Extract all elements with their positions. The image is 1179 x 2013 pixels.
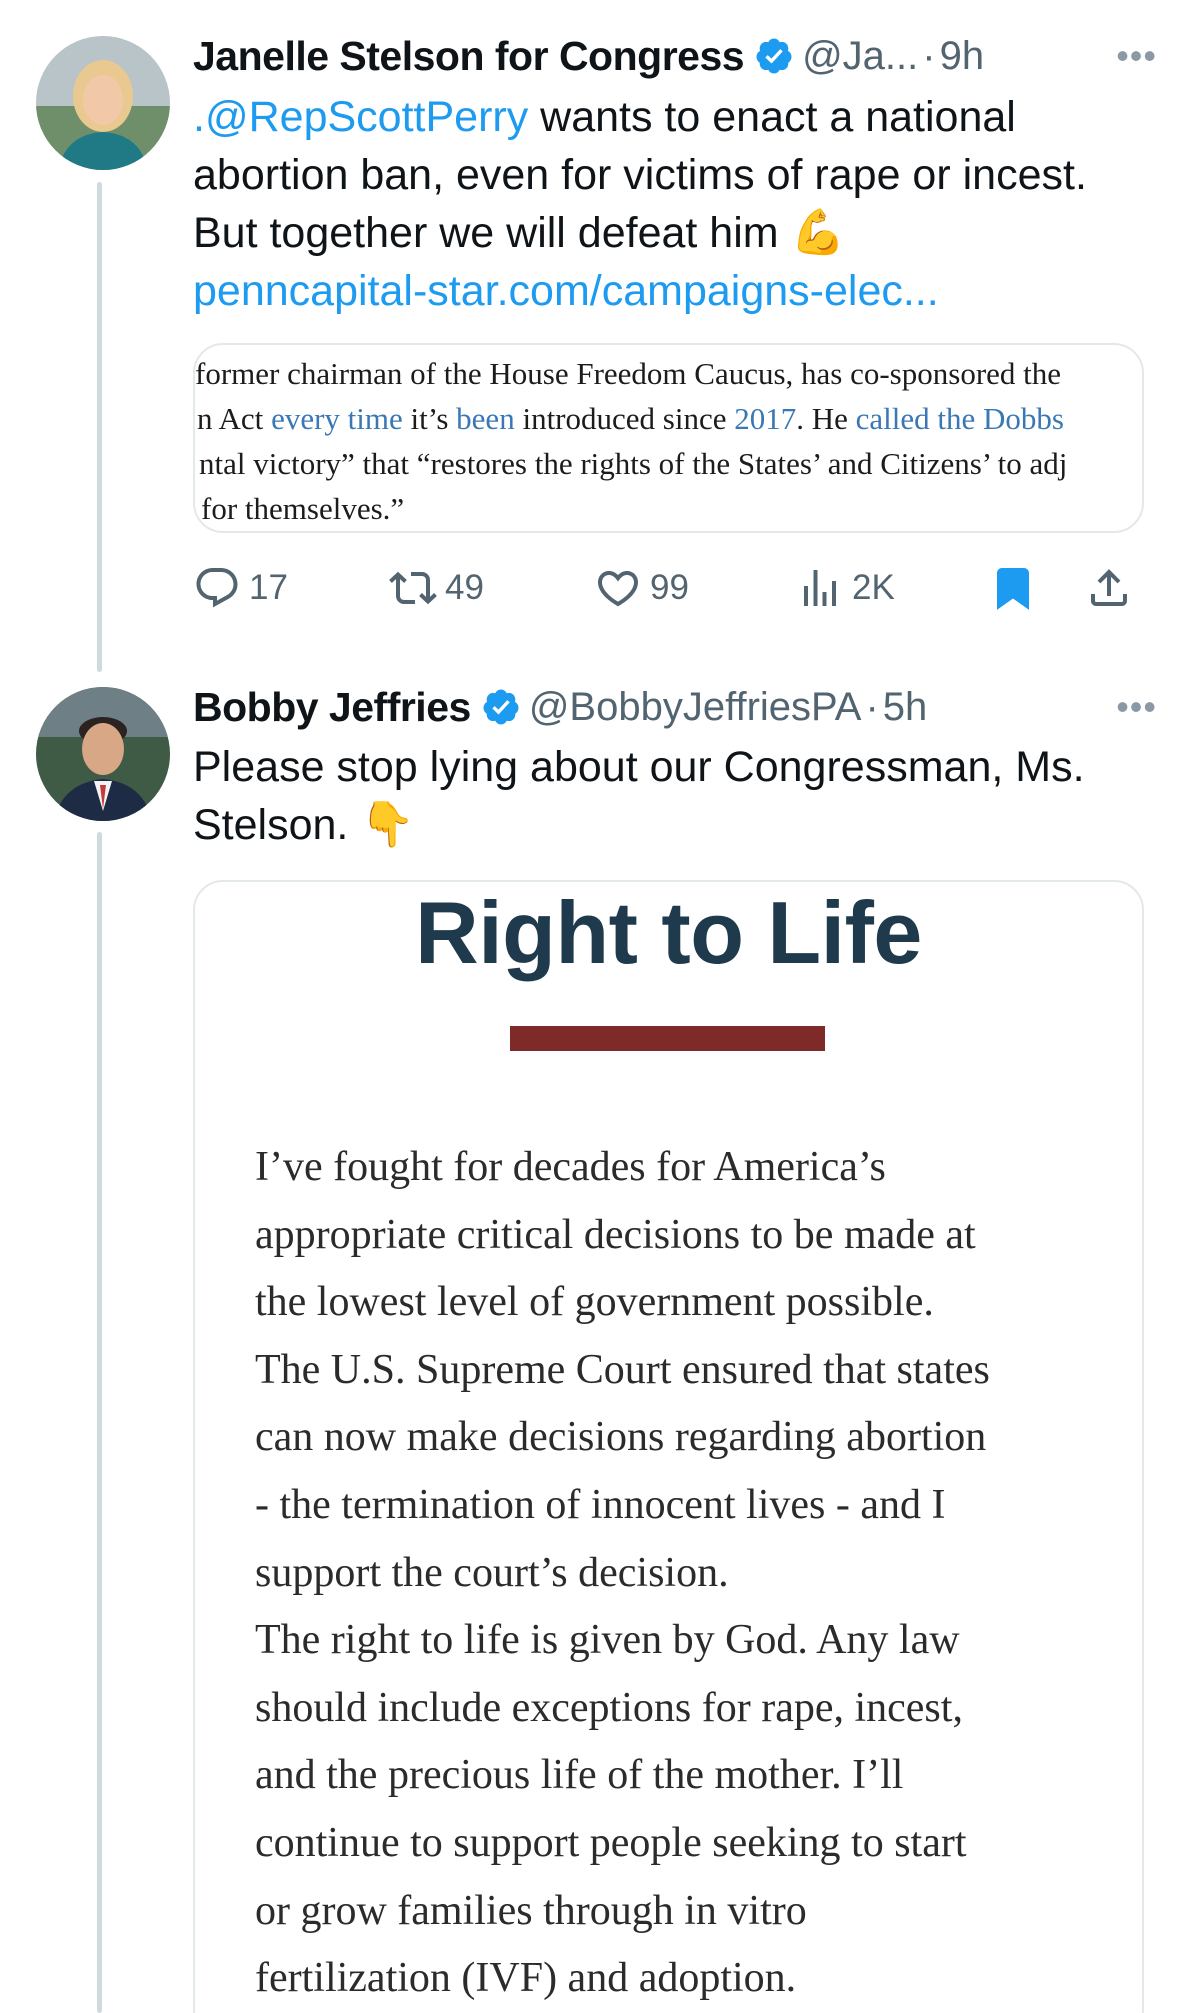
statement-line: I’ve fought for decades for America’s [255, 1144, 886, 1190]
verified-badge-icon [483, 689, 519, 725]
share-icon [1091, 569, 1127, 606]
quote-text: introduced since [514, 401, 735, 436]
text-line: But together we will defeat him [193, 209, 791, 257]
tweet-actions: 17 49 99 2K [193, 558, 1143, 618]
text-segment: wants to enact a national [528, 93, 1016, 141]
heart-icon [597, 571, 639, 607]
quote-link-text: been [456, 401, 515, 436]
avatar[interactable] [36, 36, 170, 170]
title-divider [510, 1026, 825, 1051]
quote-text: it’s [402, 401, 457, 436]
more-options-icon[interactable]: ••• [1116, 35, 1157, 77]
statement-line: appropriate critical decisions to be mad… [255, 1211, 976, 1258]
bookmark-button[interactable] [989, 558, 1045, 618]
quote-text: n Act [197, 401, 272, 436]
quote-text: former chairman of the House Freedom Cau… [195, 356, 1062, 391]
statement-line: the lowest level of government possible. [255, 1279, 934, 1326]
reply-button[interactable]: 17 [193, 558, 288, 618]
tweet-text: .@RepScottPerry wants to enact a nationa… [193, 88, 1153, 320]
timestamp[interactable]: 5h [883, 685, 928, 730]
statement-line: continue to support people seeking to st… [255, 1820, 967, 1866]
statement-line: support the court’s decision. [255, 1549, 729, 1596]
attached-image[interactable]: Right to Life I’ve fought for decades fo… [193, 880, 1144, 2013]
quote-text-line: for themselves.” [201, 486, 404, 531]
author-name[interactable]: Bobby Jeffries [193, 684, 471, 731]
statement-line: and the precious life of the mother. I’l… [255, 1752, 904, 1799]
quote-text-line: former chairman of the House Freedom Cau… [195, 351, 1061, 396]
quote-text-line: ntal victory” that “restores the rights … [199, 441, 1067, 486]
like-count: 99 [650, 568, 689, 607]
quote-link-text: every time [271, 401, 403, 436]
tweet-header: Bobby Jeffries @BobbyJeffriesPA · 5h ••• [193, 677, 1157, 737]
quote-link-text: 2017 [734, 401, 797, 436]
quote-link-text: called the Dobbs [855, 401, 1064, 436]
quote-text-line: n Act every time it’s been introduced si… [197, 396, 1064, 441]
statement-line: can now make decisions regarding abortio… [255, 1414, 987, 1461]
tweet-header: Janelle Stelson for Congress @Ja... · 9h… [193, 26, 1157, 86]
text-line: Please stop lying about our Congressman,… [193, 743, 1085, 791]
quote-text: ntal victory” that “restores the rights … [199, 446, 1068, 481]
reply-icon [196, 568, 238, 608]
statement-line: The U.S. Supreme Court ensured that stat… [255, 1346, 990, 1393]
thread-line-2 [97, 832, 102, 2013]
author-handle[interactable]: @BobbyJeffriesPA [529, 685, 862, 730]
mention-link[interactable]: .@RepScottPerry [193, 93, 528, 141]
pointing-down-emoji: 👇 [360, 800, 416, 849]
reply-count: 17 [249, 568, 288, 607]
like-button[interactable]: 99 [594, 558, 689, 618]
separator-dot: · [865, 684, 879, 729]
statement-line: or grow families through in vitro [255, 1887, 807, 1934]
verified-badge-icon [756, 38, 792, 74]
bookmark-icon [997, 568, 1029, 610]
author-name[interactable]: Janelle Stelson for Congress [193, 33, 745, 80]
statement-line: The right to life is given by God. Any l… [255, 1617, 960, 1664]
flexed-biceps-emoji: 💪 [790, 208, 846, 257]
retweet-button[interactable]: 49 [389, 558, 484, 618]
avatar[interactable] [36, 687, 170, 821]
more-options-icon[interactable]: ••• [1116, 686, 1157, 728]
quoted-article-screenshot[interactable]: former chairman of the House Freedom Cau… [193, 343, 1144, 533]
statement-line: should include exceptions for rape, ince… [255, 1684, 963, 1731]
statement-line: fertilization (IVF) and adoption. [255, 1955, 797, 2002]
statement-line: - the termination of innocent lives - an… [255, 1482, 946, 1528]
retweet-count: 49 [445, 568, 484, 607]
tweet-text: Please stop lying about our Congressman,… [193, 738, 1153, 854]
text-line: Stelson. [193, 801, 361, 849]
quote-text: for themselves.” [201, 491, 405, 526]
separator-dot: · [922, 33, 936, 78]
thread-line-1 [97, 182, 102, 672]
views-icon [804, 570, 836, 606]
timestamp[interactable]: 9h [940, 34, 985, 79]
text-line: abortion ban, even for victims of rape o… [193, 151, 1087, 199]
author-handle[interactable]: @Ja... [802, 34, 918, 79]
views-button[interactable]: 2K [796, 558, 895, 618]
article-link[interactable]: penncapital-star.com/campaigns-elec... [193, 262, 1153, 320]
share-button[interactable] [1085, 558, 1141, 618]
image-title: Right to Life [415, 883, 922, 982]
retweet-icon [389, 571, 437, 605]
view-count: 2K [852, 568, 895, 607]
quote-text: . He [796, 401, 856, 436]
